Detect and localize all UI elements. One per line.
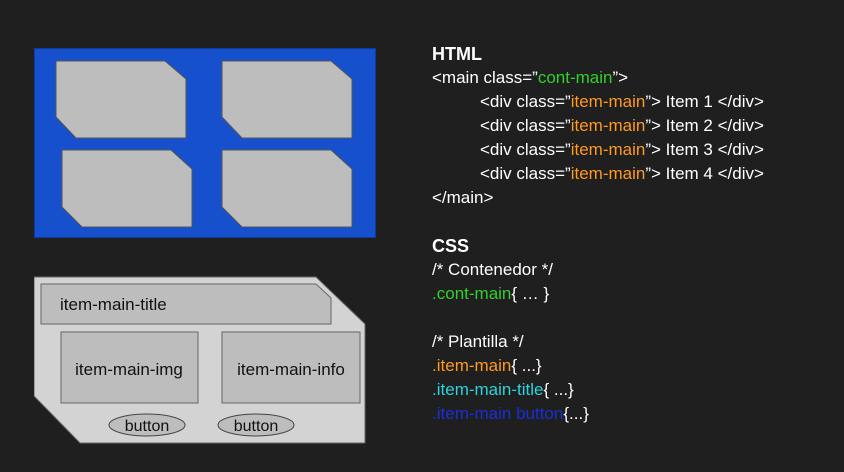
code-text: <div class=”: [480, 92, 571, 111]
html-item-line-3: <div class=”item-main”> Item 3 </div>: [432, 138, 832, 162]
html-close-main: </main>: [432, 188, 494, 207]
class-name: item-main: [570, 92, 646, 111]
class-name: item-main: [570, 164, 646, 183]
class-name: item-main button: [436, 404, 564, 423]
code-panel: HTML <main class=”cont-main”> <div class…: [432, 42, 832, 426]
card-button-1-label: button: [125, 418, 169, 435]
code-text: { … }: [511, 284, 550, 303]
class-name: item-main: [570, 140, 646, 159]
css-comment-template: /* Plantilla */: [432, 332, 524, 351]
code-text: ”> Item 1 </div>: [645, 92, 764, 111]
css-rule-item-main-button: .item-main button{...}: [432, 402, 832, 426]
code-text: <main class=”: [432, 68, 538, 87]
code-text: ”>: [612, 68, 629, 87]
card-title-label: item-main-title: [60, 295, 167, 314]
grid-item-4: [221, 149, 353, 228]
code-text: {...}: [563, 404, 589, 423]
css-comment-container: /* Contenedor */: [432, 260, 553, 279]
class-name: item-main: [436, 356, 512, 375]
grid-item-3: [61, 149, 193, 228]
card-info-label: item-main-info: [237, 360, 345, 379]
code-text: { ...}: [543, 380, 574, 399]
css-heading: CSS: [432, 236, 470, 256]
class-name: item-main-title: [436, 380, 544, 399]
card-template-diagram: item-main-title item-main-img item-main-…: [33, 276, 366, 451]
class-name: item-main: [570, 116, 646, 135]
code-text: ”> Item 4 </div>: [645, 164, 764, 183]
grid-container-diagram: [34, 48, 376, 238]
html-item-line-4: <div class=”item-main”> Item 4 </div>: [432, 162, 832, 186]
code-text: ”> Item 2 </div>: [645, 116, 764, 135]
css-rule-item-main: .item-main{ ...}: [432, 354, 832, 378]
code-text: <div class=”: [480, 164, 571, 183]
code-text: <div class=”: [480, 116, 571, 135]
html-item-line-1: <div class=”item-main”> Item 1 </div>: [432, 90, 832, 114]
class-name: cont-main: [436, 284, 512, 303]
class-name: cont-main: [537, 68, 613, 87]
css-rule-cont-main: .cont-main{ … }: [432, 282, 832, 306]
code-text: ”> Item 3 </div>: [645, 140, 764, 159]
css-rule-item-main-title: .item-main-title{ ...}: [432, 378, 832, 402]
card-img-label: item-main-img: [75, 360, 183, 379]
grid-item-2: [221, 60, 353, 139]
html-heading: HTML: [432, 44, 482, 64]
card-button-2-label: button: [234, 418, 278, 435]
code-text: <div class=”: [480, 140, 571, 159]
html-open-main: <main class=”cont-main”>: [432, 66, 832, 90]
grid-item-1: [55, 60, 187, 139]
code-text: { ...}: [511, 356, 542, 375]
html-item-line-2: <div class=”item-main”> Item 2 </div>: [432, 114, 832, 138]
grid-items: [55, 60, 353, 228]
